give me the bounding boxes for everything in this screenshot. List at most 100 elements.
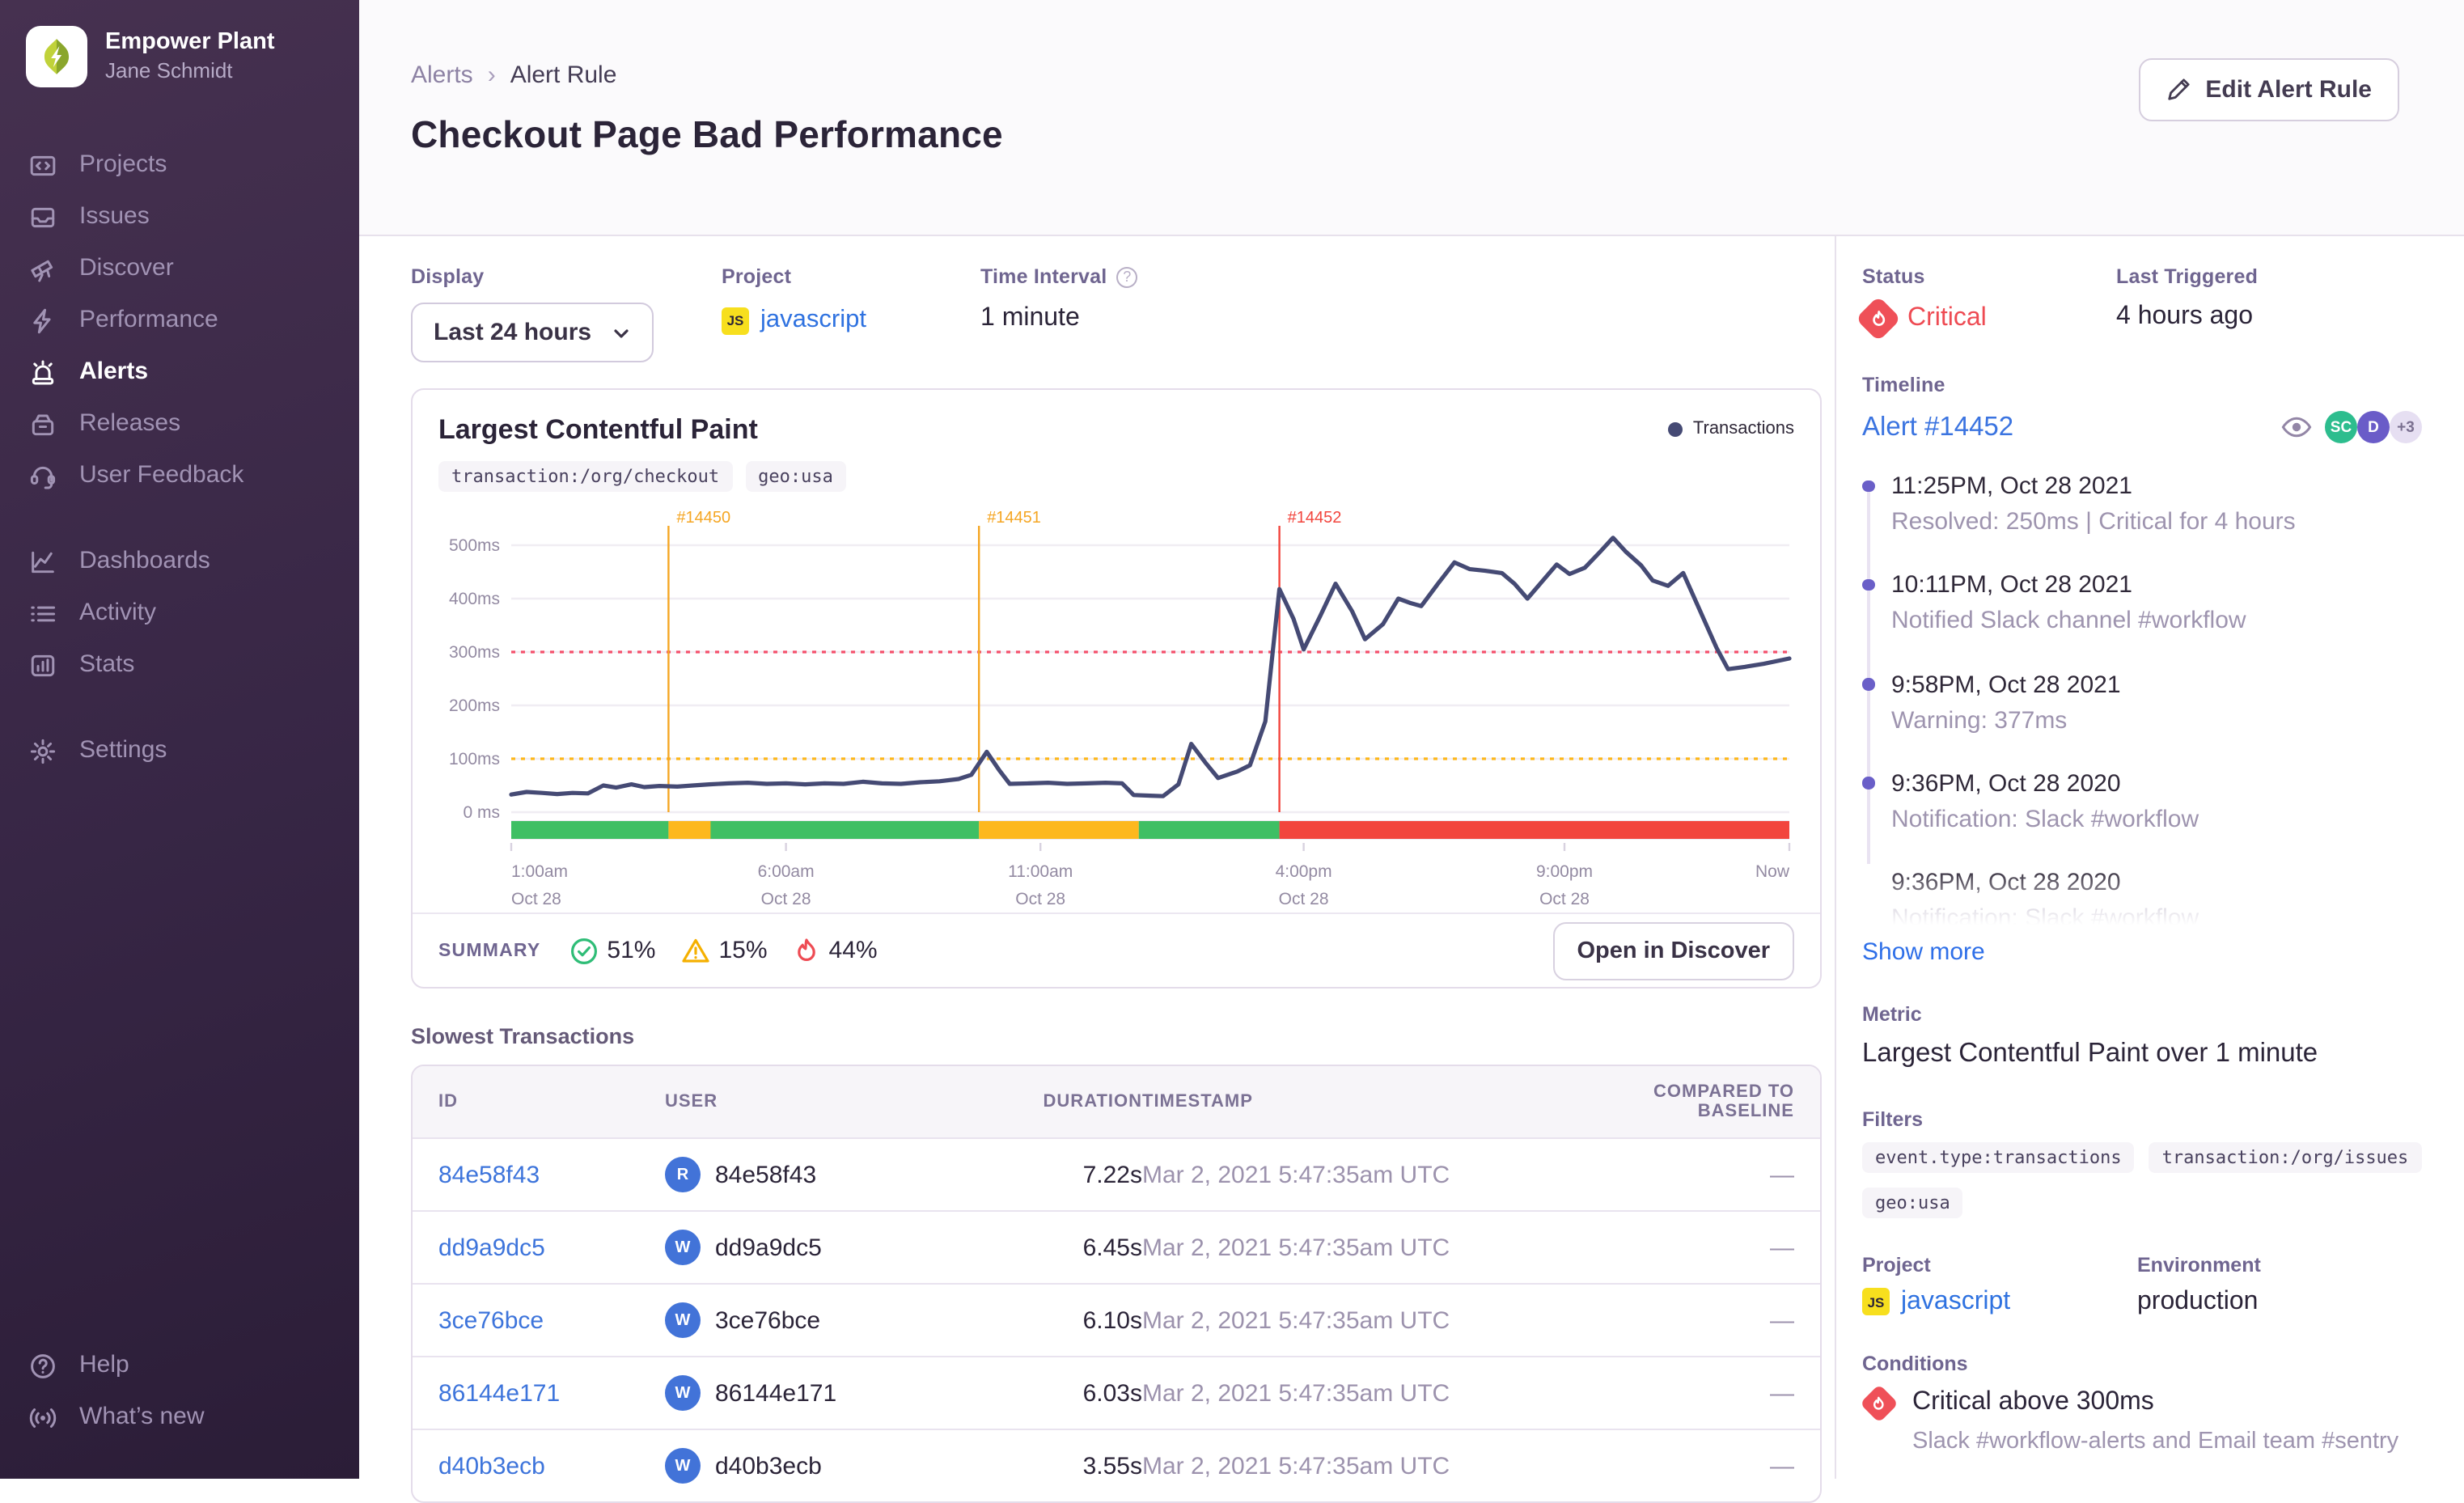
sidebar-item-performance[interactable]: Performance <box>0 294 359 346</box>
sidebar-nav-footer: Help What’s new <box>0 1340 359 1443</box>
conditions-label: Conditions <box>1862 1352 1968 1375</box>
breadcrumb-alerts-link[interactable]: Alerts <box>411 61 473 89</box>
timeline-list: 11:25PM, Oct 28 2021 Resolved: 250ms | C… <box>1862 472 2422 939</box>
sidebar-item-activity[interactable]: Activity <box>0 587 359 639</box>
filter-pill: transaction:/org/issues <box>2149 1141 2422 1173</box>
show-more-link[interactable]: Show more <box>1862 939 1985 967</box>
display-range-dropdown[interactable]: Last 24 hours <box>411 303 654 362</box>
timeline-item: 9:58PM, Oct 28 2021 Warning: 377ms <box>1862 671 2422 738</box>
issues-icon <box>29 203 57 231</box>
breadcrumb: Alerts › Alert Rule <box>411 61 2399 89</box>
duration-value: 7.22s <box>1082 1161 1142 1188</box>
edit-alert-rule-label: Edit Alert Rule <box>2205 76 2372 104</box>
svg-text:9:00pm: 9:00pm <box>1536 862 1593 881</box>
sidebar-item-label: Activity <box>79 599 157 626</box>
avatar-overflow-badge: +3 <box>2390 411 2422 443</box>
filter-pill: event.type:transactions <box>1862 1141 2135 1173</box>
sidebar: Empower Plant Jane Schmidt Projects Issu… <box>0 0 359 1479</box>
timeline-item: 10:11PM, Oct 28 2021 Notified Slack chan… <box>1862 572 2422 639</box>
sidebar-item-label: What’s new <box>79 1403 205 1430</box>
open-in-discover-button[interactable]: Open in Discover <box>1552 921 1794 980</box>
duration-value: 6.10s <box>1082 1306 1142 1334</box>
user-name: 84e58f43 <box>715 1161 817 1188</box>
transaction-id-link[interactable]: 84e58f43 <box>438 1161 540 1188</box>
sidebar-item-alerts[interactable]: Alerts <box>0 346 359 398</box>
time-interval-label: Time Interval <box>980 265 1107 288</box>
svg-text:Oct 28: Oct 28 <box>511 890 561 908</box>
sidebar-item-whats-new[interactable]: What’s new <box>0 1391 359 1443</box>
main-column: Display Last 24 hours Project JS javascr… <box>359 236 1835 1503</box>
breadcrumb-current: Alert Rule <box>510 61 617 89</box>
sidebar-item-settings[interactable]: Settings <box>0 725 359 777</box>
warning-triangle-icon <box>681 936 710 965</box>
col-baseline: COMPARED TO BASELINE <box>1653 1082 1794 1121</box>
chevron-right-icon: › <box>487 61 496 89</box>
sidebar-item-stats[interactable]: Stats <box>0 639 359 691</box>
svg-text:500ms: 500ms <box>449 536 500 555</box>
summary-critical: 44% <box>794 936 878 965</box>
svg-text:#14451: #14451 <box>987 509 1041 527</box>
avatar: W <box>665 1448 701 1484</box>
sidebar-item-releases[interactable]: Releases <box>0 398 359 450</box>
project-link[interactable]: javascript <box>760 306 866 335</box>
org-user: Jane Schmidt <box>105 57 233 83</box>
check-circle-icon <box>569 936 599 965</box>
sidebar-item-label: Releases <box>79 409 181 437</box>
user-name: dd9a9dc5 <box>715 1234 822 1261</box>
display-range-value: Last 24 hours <box>434 319 592 346</box>
timestamp-value: Mar 2, 2021 5:47:35am UTC <box>1142 1452 1450 1480</box>
svg-text:4:00pm: 4:00pm <box>1276 862 1332 881</box>
last-triggered-value: 4 hours ago <box>2116 303 2254 330</box>
col-id: ID <box>438 1092 458 1111</box>
sidebar-nav-settings: Settings <box>0 725 359 777</box>
transaction-id-link[interactable]: 86144e171 <box>438 1379 560 1407</box>
avatar: D <box>2357 411 2390 443</box>
alert-number-link[interactable]: Alert #14452 <box>1862 412 2013 442</box>
svg-text:11:00am: 11:00am <box>1008 862 1073 881</box>
user-name: 3ce76bce <box>715 1306 821 1334</box>
summary-critical-value: 44% <box>828 937 878 964</box>
transaction-id-link[interactable]: d40b3ecb <box>438 1452 545 1480</box>
help-icon <box>29 1352 57 1379</box>
summary-ok-value: 51% <box>607 937 656 964</box>
transaction-id-link[interactable]: dd9a9dc5 <box>438 1234 545 1261</box>
sidebar-nav-secondary: Dashboards Activity Stats <box>0 536 359 691</box>
transaction-id-link[interactable]: 3ce76bce <box>438 1306 544 1334</box>
table-row: dd9a9dc5 Wdd9a9dc5 6.45s Mar 2, 2021 5:4… <box>413 1210 1820 1283</box>
table-header-row: ID USER DURATION TIMESTAMP COMPARED TO B… <box>413 1066 1820 1137</box>
avatar: W <box>665 1302 701 1338</box>
timeline-time: 11:25PM, Oct 28 2021 <box>1891 472 2132 500</box>
table-row: 3ce76bce W 3ce76bce 6.10s Mar 2, 2021 5:4… <box>413 1283 1820 1356</box>
sidebar-item-label: Performance <box>79 306 218 333</box>
sidebar-item-issues[interactable]: Issues <box>0 191 359 243</box>
duration-value: 6.45s <box>1082 1234 1142 1261</box>
avatar: W <box>665 1230 701 1265</box>
sidebar-item-discover[interactable]: Discover <box>0 243 359 294</box>
projects-icon <box>29 151 57 179</box>
lcp-line-chart[interactable]: 0 ms 100ms 200ms 300ms 400ms 500ms #14450 #1445… <box>437 495 1796 912</box>
edit-alert-rule-button[interactable]: Edit Alert Rule <box>2139 58 2399 121</box>
critical-fire-icon <box>1859 1383 1899 1423</box>
table-row: d40b3ecb Wd40b3ecb 3.55s Mar 2, 2021 5:4… <box>413 1429 1820 1501</box>
slowest-transactions-title: Slowest Transactions <box>411 1024 635 1048</box>
sidebar-item-dashboards[interactable]: Dashboards <box>0 536 359 587</box>
empower-plant-logo-icon <box>44 39 70 74</box>
help-circle-icon[interactable]: ? <box>1116 266 1138 287</box>
timeline-participants: SC D +3 <box>2281 411 2422 443</box>
sidebar-item-user-feedback[interactable]: User Feedback <box>0 450 359 502</box>
timeline-desc: Notification: Slack #workflow <box>1891 904 2199 932</box>
legend-item-transactions[interactable]: Transactions <box>1668 414 1794 443</box>
app-root: Empower Plant Jane Schmidt Projects Issu… <box>0 0 2464 1503</box>
org-switcher[interactable]: Empower Plant Jane Schmidt <box>0 26 359 87</box>
activity-icon <box>29 599 57 627</box>
sidebar-item-label: Help <box>79 1351 129 1378</box>
filters-label: Filters <box>1862 1107 1924 1131</box>
timeline-time: 10:11PM, Oct 28 2021 <box>1891 571 2132 599</box>
sidebar-item-projects[interactable]: Projects <box>0 139 359 191</box>
condition-actions: Slack #workflow-alerts and Email team #s… <box>1912 1428 2399 1454</box>
sidebar-item-help[interactable]: Help <box>0 1340 359 1391</box>
project-link[interactable]: javascript <box>1901 1287 2010 1316</box>
timeline-time: 9:36PM, Oct 28 2020 <box>1891 769 2121 798</box>
status-label: Status <box>1862 265 1925 288</box>
summary-label: SUMMARY <box>438 941 541 960</box>
